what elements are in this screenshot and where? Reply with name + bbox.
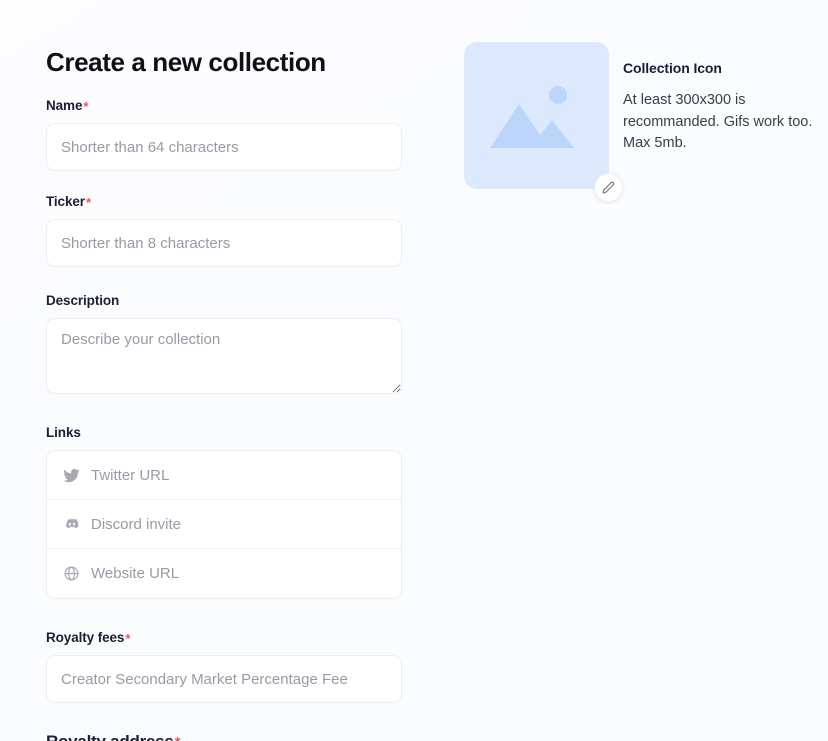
field-links: Links <box>46 424 402 599</box>
globe-icon <box>61 564 81 584</box>
twitter-icon <box>61 465 81 485</box>
website-url-input[interactable] <box>91 549 387 598</box>
name-input[interactable] <box>46 123 402 171</box>
create-collection-page: Create a new collection Name* Ticker* De… <box>0 0 828 741</box>
link-row-twitter[interactable] <box>47 451 401 500</box>
description-textarea[interactable] <box>46 318 402 394</box>
discord-invite-input[interactable] <box>91 500 387 548</box>
collection-icon-panel: Collection Icon At least 300x300 is reco… <box>464 42 828 202</box>
field-name: Name* <box>46 97 402 171</box>
pencil-icon <box>602 181 615 194</box>
field-ticker: Ticker* <box>46 193 402 267</box>
collection-icon-dropzone[interactable] <box>464 42 623 202</box>
image-placeholder-icon <box>489 85 574 148</box>
links-label: Links <box>46 425 81 440</box>
field-royalty-address: Royalty address* <box>46 733 402 741</box>
collection-icon-info: Collection Icon At least 300x300 is reco… <box>623 42 828 155</box>
ticker-required-asterisk: * <box>85 195 91 210</box>
ticker-label: Ticker* <box>46 193 402 211</box>
ticker-input[interactable] <box>46 219 402 267</box>
links-group <box>46 450 402 599</box>
field-description: Description <box>46 292 402 394</box>
royalty-address-label: Royalty address* <box>46 733 402 741</box>
royalty-fees-label: Royalty fees* <box>46 629 402 647</box>
twitter-url-input[interactable] <box>91 451 387 499</box>
collection-form: Create a new collection Name* Ticker* De… <box>46 45 402 741</box>
royalty-fees-input[interactable] <box>46 655 402 703</box>
collection-icon-title: Collection Icon <box>623 60 722 76</box>
royalty-fees-label-text: Royalty fees <box>46 630 125 645</box>
royalty-fees-required-asterisk: * <box>125 631 131 646</box>
collection-icon-preview <box>464 42 609 189</box>
field-royalty-fees: Royalty fees* <box>46 629 402 703</box>
name-required-asterisk: * <box>83 99 89 114</box>
description-label: Description <box>46 293 120 308</box>
royalty-address-required-asterisk: * <box>175 734 181 741</box>
discord-icon <box>61 514 81 534</box>
name-label: Name* <box>46 97 402 115</box>
name-label-text: Name <box>46 98 83 113</box>
link-row-discord[interactable] <box>47 500 401 549</box>
link-row-website[interactable] <box>47 549 401 598</box>
page-title: Create a new collection <box>46 47 326 77</box>
royalty-address-label-text: Royalty address <box>46 732 174 741</box>
collection-icon-description: At least 300x300 is recommanded. Gifs wo… <box>623 92 813 151</box>
ticker-label-text: Ticker <box>46 194 85 209</box>
edit-collection-icon-button[interactable] <box>594 173 623 202</box>
